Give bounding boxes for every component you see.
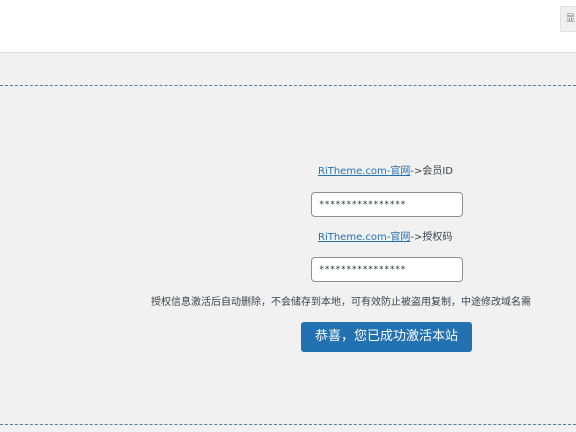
screen-options-tab[interactable]: 显 bbox=[560, 6, 576, 32]
official-site-link[interactable]: RiTheme.com-官网 bbox=[318, 232, 410, 243]
license-code-label: RiTheme.com-官网->授权码 bbox=[318, 231, 452, 245]
top-toolbar: 显 bbox=[0, 0, 576, 53]
activation-panel bbox=[0, 85, 576, 425]
screen-options-tab-label: 显 bbox=[565, 14, 575, 24]
activation-notice: 授权信息激活后自动删除，不会储存到本地，可有效防止被盗用复制，中途修改域名需 bbox=[151, 297, 531, 308]
license-code-suffix: ->授权码 bbox=[410, 232, 453, 243]
activate-button[interactable]: 恭喜，您已成功激活本站 bbox=[301, 322, 472, 352]
member-id-input[interactable] bbox=[311, 192, 463, 217]
member-id-suffix: ->会员ID bbox=[410, 166, 454, 177]
license-code-input[interactable] bbox=[311, 257, 463, 282]
member-id-label: RiTheme.com-官网->会员ID bbox=[318, 165, 453, 179]
official-site-link[interactable]: RiTheme.com-官网 bbox=[318, 166, 410, 177]
